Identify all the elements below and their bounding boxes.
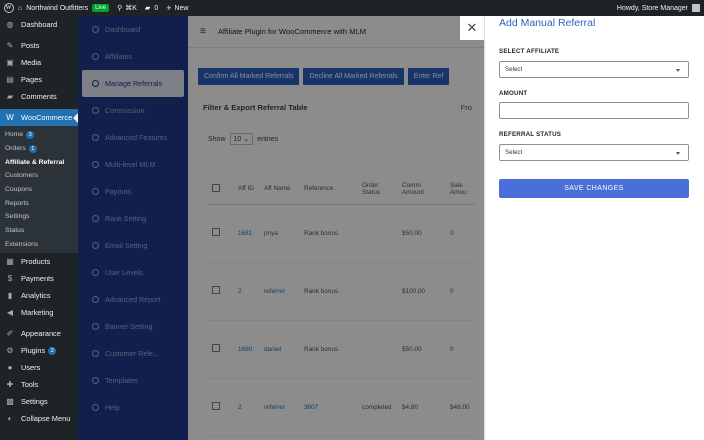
submenu-item[interactable]: Reports bbox=[0, 196, 78, 210]
admin-sidebar: ◍ Dashboard ✎ Posts ▣ Media ▤ Pages ▰ Comments W Wo… bbox=[0, 16, 78, 440]
menu-products-label: Products bbox=[21, 257, 51, 267]
plugins-icon: ⚙ bbox=[6, 346, 14, 356]
menu-payments[interactable]: $ Payments bbox=[0, 270, 78, 287]
menu-woocommerce[interactable]: W WooCommerce bbox=[0, 109, 78, 126]
comments-icon: ▰ bbox=[6, 92, 14, 101]
chevron-down-icon bbox=[676, 69, 680, 74]
menu-dashboard[interactable]: ◍ Dashboard bbox=[0, 16, 78, 33]
close-button[interactable]: ✕ bbox=[460, 16, 484, 40]
submenu-item[interactable]: Status bbox=[0, 224, 78, 238]
menu-settings-label: Settings bbox=[21, 397, 48, 407]
referral-status-select[interactable]: Select bbox=[499, 144, 689, 161]
menu-pages[interactable]: ▤ Pages bbox=[0, 71, 78, 88]
dashboard-icon: ◍ bbox=[6, 20, 14, 29]
menu-products[interactable]: ▦ Products bbox=[0, 253, 78, 270]
admin-bar: W ⌂ Northwind Outfitters Live ⚲ ⌘K ▰ 0 + New … bbox=[0, 0, 704, 16]
live-badge: Live bbox=[92, 4, 110, 12]
settings-icon: ▩ bbox=[6, 397, 14, 407]
status-label: REFERRAL STATUS bbox=[499, 131, 562, 138]
site-name-link[interactable]: ⌂ Northwind Outfitters Live bbox=[14, 0, 113, 16]
menu-collapse-menu-label: Collapse Menu bbox=[21, 414, 71, 424]
menu-users[interactable]: ● Users bbox=[0, 359, 78, 376]
media-icon: ▣ bbox=[6, 58, 14, 67]
modal-backdrop[interactable] bbox=[78, 16, 484, 440]
amount-label: AMOUNT bbox=[499, 90, 528, 97]
menu-analytics-label: Analytics bbox=[21, 291, 51, 301]
menu-media-label: Media bbox=[21, 58, 42, 67]
chevron-down-icon bbox=[676, 152, 680, 157]
woocommerce-submenu: Home 3 Orders 1 Affiliate & Referral Customer… bbox=[0, 126, 78, 254]
submenu-item[interactable]: Coupons bbox=[0, 183, 78, 197]
plus-icon: + bbox=[166, 3, 172, 13]
submenu-item[interactable]: Settings bbox=[0, 210, 78, 224]
posts-icon: ✎ bbox=[6, 41, 14, 50]
menu-payments-label: Payments bbox=[21, 274, 54, 284]
home-icon: ⌂ bbox=[18, 4, 23, 12]
submenu-label: Status bbox=[5, 227, 25, 235]
submenu-label: Settings bbox=[5, 213, 30, 221]
search-shortcut[interactable]: ⚲ ⌘K bbox=[113, 0, 141, 16]
submenu-label: Orders bbox=[5, 145, 26, 153]
woocommerce-icon: W bbox=[6, 113, 14, 122]
users-icon: ● bbox=[7, 363, 13, 373]
panel-title: Add Manual Referral bbox=[499, 17, 596, 29]
analytics-icon: ▮ bbox=[7, 291, 13, 301]
menu-marketing-label: Marketing bbox=[21, 308, 54, 318]
wordpress-logo-icon[interactable]: W bbox=[0, 0, 14, 16]
submenu-label: Customers bbox=[5, 172, 38, 180]
submenu-item[interactable]: Orders 1 bbox=[0, 142, 78, 156]
submenu-label: Extensions bbox=[5, 240, 39, 248]
comments-link[interactable]: ▰ 0 bbox=[141, 0, 162, 16]
menu-collapse-menu[interactable]: ◐ Collapse Menu bbox=[0, 410, 78, 427]
menu-pages-label: Pages bbox=[21, 75, 42, 84]
comment-icon: ▰ bbox=[144, 5, 151, 12]
search-icon: ⚲ bbox=[117, 5, 123, 12]
submenu-label: Home bbox=[5, 131, 24, 139]
menu-plugins-badge: 2 bbox=[48, 346, 57, 355]
menu-comments-label: Comments bbox=[21, 92, 57, 101]
pages-icon: ▤ bbox=[6, 75, 14, 84]
avatar bbox=[692, 4, 700, 12]
products-icon: ▦ bbox=[6, 257, 14, 267]
menu-marketing[interactable]: ◀ Marketing bbox=[0, 304, 78, 321]
affiliate-select[interactable]: Select bbox=[499, 61, 689, 78]
amount-input[interactable] bbox=[499, 102, 689, 119]
new-content-link[interactable]: + New bbox=[162, 0, 192, 16]
affiliate-label: SELECT AFFILIATE bbox=[499, 48, 560, 55]
submenu-label: Coupons bbox=[5, 186, 33, 194]
menu-tools-label: Tools bbox=[21, 380, 39, 390]
menu-media[interactable]: ▣ Media bbox=[0, 54, 78, 71]
menu-users-label: Users bbox=[21, 363, 41, 373]
menu-appearance[interactable]: ✐ Appearance bbox=[0, 325, 78, 342]
menu-plugins-label: Plugins bbox=[21, 346, 46, 356]
submenu-label: Affiliate & Referral bbox=[5, 158, 65, 166]
marketing-icon: ◀ bbox=[6, 308, 14, 318]
menu-tools[interactable]: ✚ Tools bbox=[0, 376, 78, 393]
tools-icon: ✚ bbox=[6, 380, 14, 390]
menu-appearance-label: Appearance bbox=[21, 329, 61, 339]
close-icon: ✕ bbox=[466, 20, 478, 35]
submenu-label: Reports bbox=[5, 199, 29, 207]
menu-plugins[interactable]: ⚙ Plugins 2 bbox=[0, 342, 78, 359]
menu-dashboard-label: Dashboard bbox=[21, 20, 58, 29]
save-changes-button[interactable]: SAVE CHANGES bbox=[499, 179, 689, 198]
submenu-item[interactable]: Extensions bbox=[0, 238, 78, 252]
appearance-icon: ✐ bbox=[6, 329, 14, 339]
submenu-badge: 1 bbox=[28, 144, 37, 153]
submenu-item[interactable]: Home 3 bbox=[0, 128, 78, 142]
payments-icon: $ bbox=[7, 274, 13, 284]
submenu-item[interactable]: Customers bbox=[0, 169, 78, 183]
add-referral-panel bbox=[484, 16, 704, 440]
submenu-item[interactable]: Affiliate & Referral bbox=[0, 155, 78, 169]
menu-settings[interactable]: ▩ Settings bbox=[0, 393, 78, 410]
menu-posts[interactable]: ✎ Posts bbox=[0, 37, 78, 54]
menu-comments[interactable]: ▰ Comments bbox=[0, 88, 78, 105]
menu-analytics[interactable]: ▮ Analytics bbox=[0, 287, 78, 304]
submenu-badge: 3 bbox=[26, 130, 35, 139]
menu-woocommerce-label: WooCommerce bbox=[21, 113, 73, 122]
menu-posts-label: Posts bbox=[21, 41, 40, 50]
account-menu[interactable]: Howdy, Store Manager bbox=[613, 0, 704, 16]
collapse-menu-icon: ◐ bbox=[7, 414, 13, 424]
